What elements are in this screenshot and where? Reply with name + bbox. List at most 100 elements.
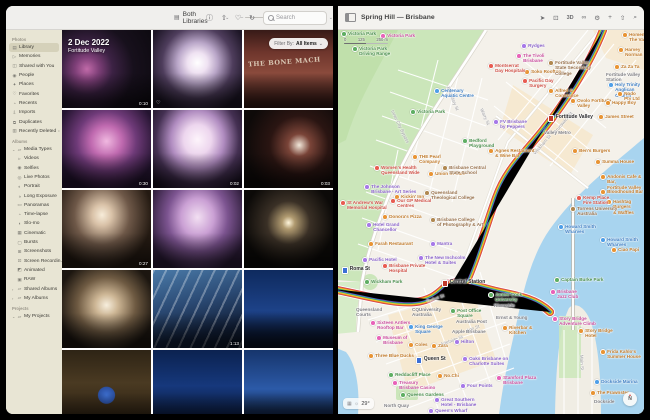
map-label-st-andrew-s-war-memorial-hospital[interactable]: St Andrew's War Memorial Hospital: [340, 200, 387, 211]
weather-widget[interactable]: ▦ ☼ 29°: [343, 398, 374, 409]
map-label-treasury-brisbane-casino[interactable]: Treasury Brisbane Casino: [392, 380, 435, 391]
map-label-riverside[interactable]: Riverside: [494, 303, 515, 308]
sidebar-item-panoramas[interactable]: ▭Panoramas: [14, 201, 59, 210]
rotate-icon[interactable]: ↻: [249, 14, 255, 22]
look-around-icon[interactable]: ∞: [582, 14, 587, 21]
location-arrow-icon[interactable]: ➤: [540, 14, 545, 22]
sidebar-item-raw[interactable]: ▣RAW: [14, 275, 59, 284]
map-label-the-johnson-brisbane-art-series[interactable]: The Johnson Brisbane - Art Series: [364, 184, 416, 195]
photo-thumbnail[interactable]: 1:13: [153, 270, 242, 348]
sidebar-item-library[interactable]: ▤Library: [9, 43, 59, 52]
sidebar-item-selfies[interactable]: ◉Selfies: [14, 164, 59, 173]
photo-thumbnail[interactable]: [153, 190, 242, 268]
map-label-cquniversity-australia[interactable]: CQUniversity Australia: [412, 307, 441, 318]
map-label-brisbane-college-of-photography-art[interactable]: Brisbane College of Photography & Art: [430, 217, 483, 228]
map-label-the-pearl-company[interactable]: THE Pearl Company: [412, 154, 441, 165]
map-label-australia-post[interactable]: Australia Post: [456, 319, 487, 324]
map-label-queen-s-wharf[interactable]: Queen's Wharf: [428, 408, 467, 414]
sidebar-item-screenshots[interactable]: ⊞Screenshots: [14, 247, 59, 256]
map-label-alfred-constance[interactable]: Alfred & Constance: [548, 88, 579, 99]
map-label-great-southern-hotel-brisbane[interactable]: Great Southern Hotel - Brisbane: [434, 397, 476, 408]
map-label-centenary-aquatic-centre[interactable]: Centenary Aquatic Centre: [434, 88, 474, 99]
map-label-sixteen-antlers-rooftop-bar[interactable]: Sixteen Antlers Rooftop Bar: [370, 320, 410, 331]
map-label-museum-of-brisbane[interactable]: Museum of Brisbane: [376, 335, 407, 346]
photo-thumbnail[interactable]: 0:03: [244, 110, 333, 188]
search-input[interactable]: Search: [263, 11, 327, 25]
photo-thumbnail[interactable]: 2 Dec 2022Fortitude Valley0:10: [62, 30, 151, 108]
map-label-ciao-papi[interactable]: Ciao Papi: [611, 247, 639, 253]
map-label-valley-metro[interactable]: Valley Metro: [544, 130, 571, 135]
map-label-farah-restaurant[interactable]: Farah Restaurant: [368, 241, 413, 247]
map-label-agnes-restaurant-wine-bar[interactable]: Agnes Restaurant & Wine Bar: [488, 148, 534, 159]
sidebar-item-media-types[interactable]: ⌄▱Media Types: [9, 145, 59, 154]
map-label-north-quay[interactable]: North Quay: [384, 403, 409, 408]
map-label-dockside-marina[interactable]: Dockside Marina: [594, 379, 638, 385]
map-label-victoria-park[interactable]: Victoria Park: [410, 109, 445, 115]
map-label-andonis-cafe-bar-fortitude-valley[interactable]: Andonis Cafe & Bar, Fortitude Valley: [600, 174, 644, 190]
map-label-frida-kahlo-s-summer-house[interactable]: Frida Kahlo's Summer House: [600, 349, 641, 360]
map-label-za-za-ta[interactable]: Za Za Ta: [614, 64, 639, 70]
map-label-happy-boy[interactable]: Happy Boy: [605, 100, 636, 106]
sidebar-item-live-photos[interactable]: ◎Live Photos: [14, 173, 59, 182]
photo-thumbnail[interactable]: [244, 350, 333, 414]
disclosure-chevron-icon[interactable]: ›: [12, 296, 15, 301]
map-label-hotel-grand-chancellor[interactable]: Hotel Grand Chancellor: [366, 222, 399, 233]
info-icon[interactable]: ⓘ: [206, 13, 213, 23]
photo-thumbnail[interactable]: [244, 270, 333, 348]
photo-thumbnail[interactable]: 0:02: [153, 110, 242, 188]
map-label-stamford-plaza-brisbane[interactable]: Stamford Plaza Brisbane: [496, 375, 536, 386]
map-label-apple-brisbane[interactable]: Apple Brisbane: [452, 329, 486, 334]
map-label-brisbane-jazz-club[interactable]: Brisbane Jazz Club: [550, 289, 578, 300]
map-label-james-street[interactable]: James Street: [598, 114, 634, 120]
map-label-brisbane-central-state-school[interactable]: Brisbane Central State School: [442, 165, 486, 176]
sidebar-item-portrait[interactable]: ◐Portrait: [14, 182, 59, 191]
sidebar-item-people[interactable]: ◉People: [9, 71, 59, 80]
sidebar-item-videos[interactable]: ▹Videos: [14, 154, 59, 163]
map-station-fortitude-valley[interactable]: Fortitude Valley: [548, 115, 593, 122]
sidebar-item-cinematic[interactable]: ▦Cinematic: [14, 229, 59, 238]
compass[interactable]: N: [623, 392, 637, 406]
disclosure-chevron-icon[interactable]: ⌄: [12, 147, 15, 152]
map-station-roma-st[interactable]: Roma St: [342, 267, 370, 274]
filter-button[interactable]: Filter By: All Items ⌄: [269, 38, 328, 49]
photo-thumbnail[interactable]: [244, 190, 333, 268]
photo-thumbnail[interactable]: 0:27: [62, 190, 151, 268]
map-label-montserrat-day-hospitals[interactable]: Montserrat Day Hospitals: [488, 63, 525, 74]
sidebar-item-time-lapse[interactable]: ◔Time-lapse: [14, 210, 59, 219]
map-label-wickham-park[interactable]: Wickham Park: [364, 279, 402, 285]
map-label-women-s-health-queensland-wide[interactable]: Women's Health Queensland Wide: [374, 165, 420, 176]
map-canvas[interactable]: 0125250 m Victoria ParkVictoria ParkVict…: [338, 30, 644, 414]
map-label-story-bridge-adventure-climb[interactable]: Story Bridge Adventure Climb: [552, 316, 596, 327]
disclosure-chevron-icon[interactable]: ›: [12, 287, 15, 292]
search-icon[interactable]: ⌕: [633, 14, 637, 22]
sidebar-item-shared-with-you[interactable]: ◫Shared with You: [9, 62, 59, 71]
sidebar-item-recents[interactable]: ◔Recents: [9, 99, 59, 108]
map-label-fortitude-valley-state-secondary-college[interactable]: Fortitude Valley State Secondary College: [548, 60, 591, 76]
map-label-coles[interactable]: Coles: [408, 342, 428, 348]
sidebar-item-slo-mo[interactable]: ◖Slo-mo: [14, 219, 59, 228]
sidebar-item-my-albums[interactable]: ›▱My Albums: [9, 294, 59, 303]
3d-icon[interactable]: 3D: [567, 15, 574, 21]
map-label-riverbar-kitchen[interactable]: Riverbar & Kitchen: [502, 325, 532, 336]
map-label-pacific-day-surgery[interactable]: Pacific Day Surgery: [522, 78, 554, 89]
map-label-kemp-place-fire-station[interactable]: Kemp Place Fire Station: [576, 195, 609, 206]
map-label-howard-smith-wharves[interactable]: Howard Smith Wharves: [600, 237, 638, 248]
photo-thumbnail[interactable]: [62, 270, 151, 348]
map-label-dockside[interactable]: Dockside: [594, 399, 614, 404]
photo-thumbnail[interactable]: ♡: [153, 30, 242, 108]
map-station-queen-st[interactable]: Queen St: [416, 357, 446, 364]
map-label-king-george-square[interactable]: King George Square: [408, 324, 443, 335]
map-label-no-chi[interactable]: No.Chi: [437, 373, 459, 379]
map-label-bedford-playground[interactable]: Bedford Playground: [462, 138, 494, 149]
sidebar-item-duplicates[interactable]: ⧉Duplicates: [9, 117, 59, 126]
sidebar-item-shared-albums[interactable]: ›▱Shared Albums: [9, 284, 59, 293]
favorite-icon[interactable]: ♡: [235, 14, 241, 22]
photo-thumbnail[interactable]: 0:30: [62, 110, 151, 188]
sidebar-item-long-exposure[interactable]: ◑Long Exposure: [14, 191, 59, 200]
map-label-mantra[interactable]: Mantra: [430, 241, 452, 247]
map-label-queensland-theological-college[interactable]: Queensland Theological College: [424, 190, 475, 201]
sidebar-item-screen-recordin-[interactable]: ⊡Screen Recordin…: [14, 257, 59, 266]
map-label-three-blue-ducks[interactable]: Three Blue Ducks: [368, 353, 414, 359]
map-label-four-points[interactable]: Four Points: [460, 383, 493, 389]
disclosure-chevron-icon[interactable]: ⌄: [12, 314, 15, 319]
